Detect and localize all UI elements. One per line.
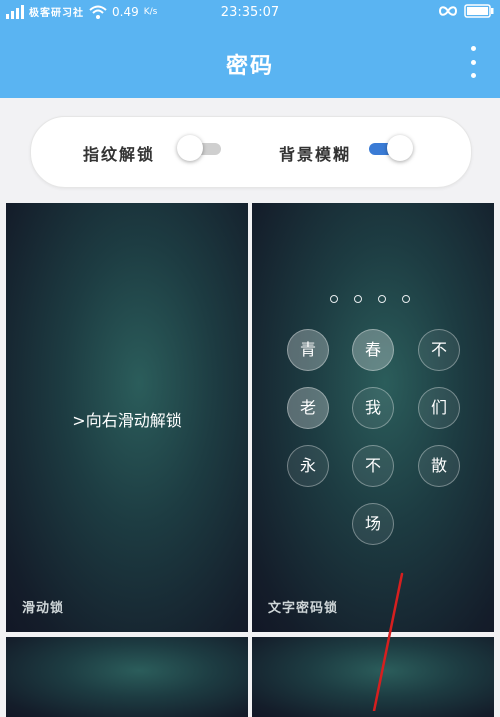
annotation-line: [372, 572, 404, 711]
